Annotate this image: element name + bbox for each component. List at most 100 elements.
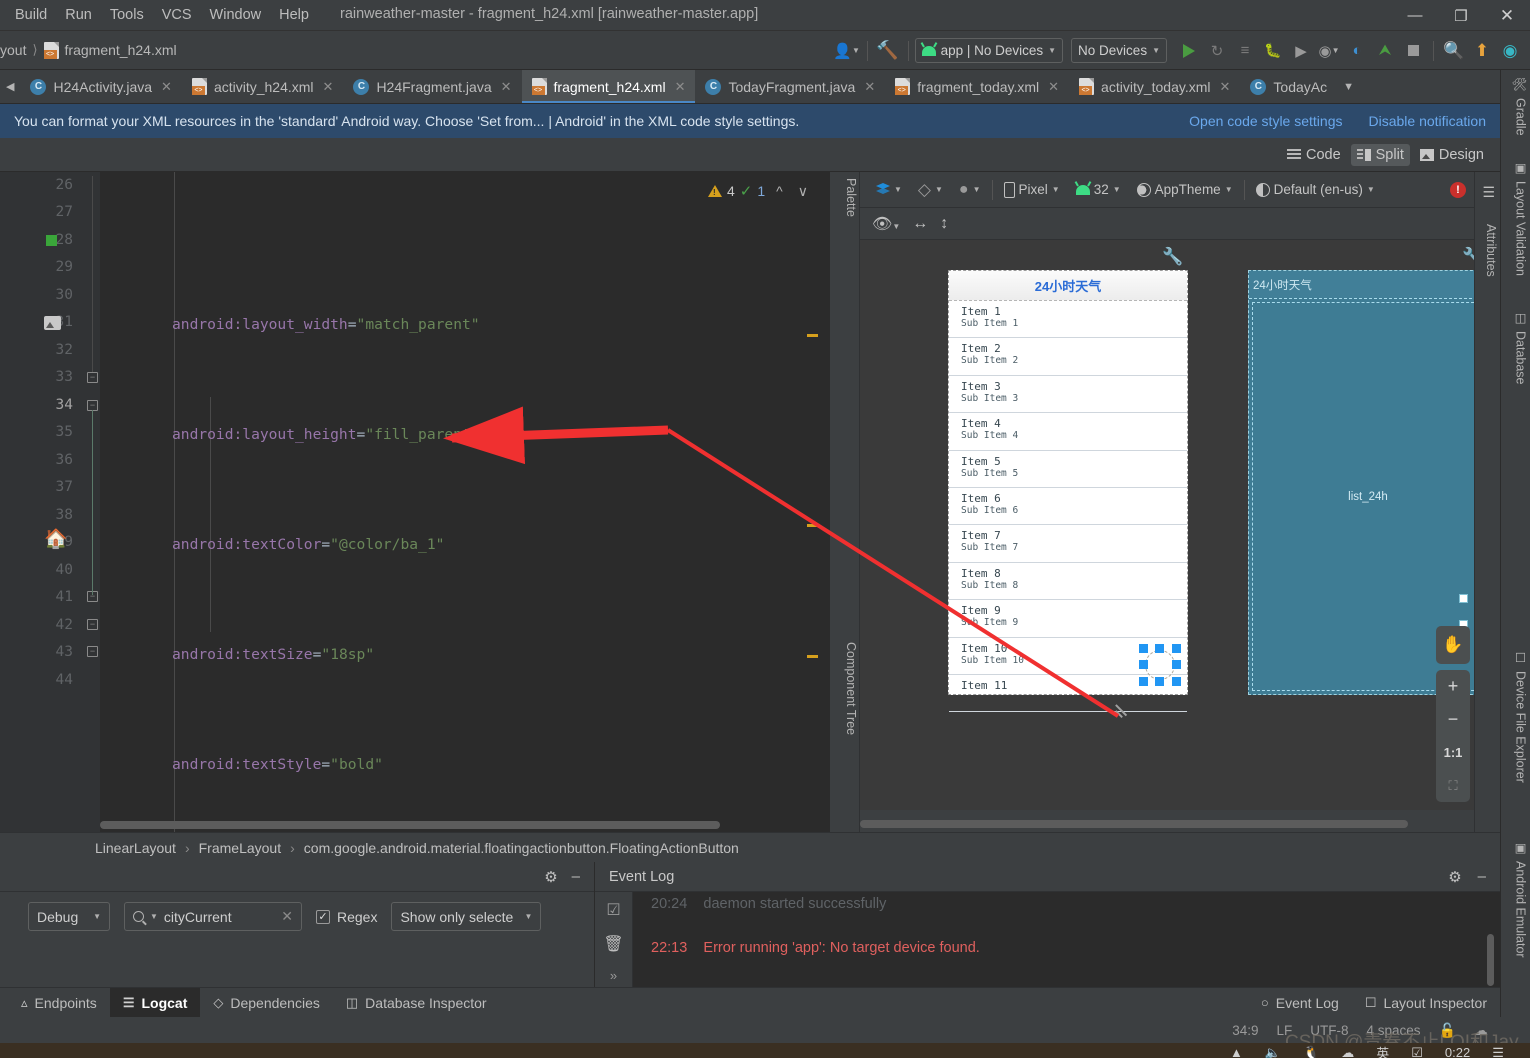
run-with-coverage-icon[interactable]: ▶ [1287, 37, 1315, 65]
fold-collapse-icon[interactable]: − [87, 619, 98, 630]
view-options-eye-icon[interactable]: 👁▼ [872, 214, 900, 234]
menu-tools[interactable]: Tools [101, 4, 153, 26]
show-filter-dropdown[interactable]: Show only selecte ▼ [391, 902, 542, 931]
warning-marker[interactable] [807, 524, 818, 527]
action-center-icon[interactable]: ☰ [1492, 1045, 1504, 1058]
apply-changes-icon[interactable]: ↻ [1203, 37, 1231, 65]
palette-tool-button[interactable]: Palette [830, 178, 858, 217]
disable-notification-link[interactable]: Disable notification [1368, 113, 1486, 129]
warning-marker[interactable] [807, 334, 818, 337]
home-drawable-icon[interactable]: 🏠 [44, 530, 68, 549]
notify-icon[interactable]: ☑ [1411, 1045, 1423, 1058]
stop-button[interactable] [1399, 37, 1427, 65]
code-line[interactable]: android:textStyle="bold" [100, 751, 830, 779]
sdk-update-icon[interactable]: ⬆ [1468, 37, 1496, 65]
menu-build[interactable]: Build [6, 4, 56, 26]
theme-dropdown[interactable]: AppTheme ▼ [1129, 177, 1241, 203]
avd-manager-icon[interactable]: ◉ [1496, 37, 1524, 65]
clock[interactable]: 0:22 [1445, 1045, 1470, 1058]
inspection-status[interactable]: 4 ✓ 1 ^ ∨ [708, 182, 808, 200]
device-selector[interactable]: No Devices ▼ [1071, 38, 1167, 63]
tool-tab-layout-inspector[interactable]: ☐ Layout Inspector [1352, 988, 1500, 1017]
mode-design[interactable]: Design [1414, 144, 1490, 166]
tool-tab-database-inspector[interactable]: ◫ Database Inspector [333, 988, 500, 1017]
code-line[interactable]: android:layout_height="fill_parent" [100, 421, 830, 449]
orientation-button[interactable]: ◇ ▼ [910, 177, 951, 203]
editor-text-area[interactable]: android:layout_width="match_parent" andr… [100, 172, 830, 832]
open-code-style-settings-link[interactable]: Open code style settings [1189, 113, 1342, 129]
list-item[interactable]: Item 3 Sub Item 3 [949, 376, 1187, 414]
device-dropdown[interactable]: Pixel ▼ [996, 177, 1068, 203]
code-editor[interactable]: 26 27 28 29 30 31 32 33 34 35 36 37 38 3… [0, 172, 830, 832]
menu-run[interactable]: Run [56, 4, 101, 26]
breadcrumb-item-framelayout[interactable]: FrameLayout [199, 840, 281, 856]
menu-window[interactable]: Window [201, 4, 271, 26]
maximize-button[interactable]: ❐ [1438, 0, 1484, 31]
regex-checkbox[interactable]: ✓ Regex [316, 909, 377, 925]
tool-tab-dependencies[interactable]: ◇ Dependencies [200, 988, 333, 1017]
attach-debugger-icon[interactable]: ⮝ [1371, 37, 1399, 65]
tab-todayfragment-java[interactable]: C TodayFragment.java ✕ [695, 70, 885, 103]
sidebar-item-gradle[interactable]: 🛠 Gradle [1513, 76, 1528, 135]
fab-selection-handles[interactable] [1139, 644, 1181, 686]
close-icon[interactable]: ✕ [675, 79, 686, 95]
tool-tab-event-log[interactable]: ○ Event Log [1248, 988, 1352, 1017]
canvas-zoom-controls[interactable]: ✋ + − 1:1 ⛶ [1436, 626, 1470, 802]
sidebar-item-layout-validation[interactable]: ▣ Layout Validation [1513, 160, 1528, 276]
close-icon[interactable]: ✕ [323, 79, 334, 95]
clear-search-icon[interactable]: ✕ [281, 908, 293, 925]
ime-icon[interactable]: 英 [1376, 1043, 1389, 1058]
trash-icon[interactable]: 🗑 [603, 934, 623, 954]
wifi-icon[interactable]: ☁ [1341, 1045, 1354, 1058]
minimize-button[interactable]: — [1392, 0, 1438, 31]
event-log-entries[interactable]: 20:24 daemon started successfully 22:13 … [633, 892, 1500, 987]
blueprint-config-wrench-icon[interactable]: 🔧 [1462, 246, 1474, 268]
profiler-icon[interactable]: ◉ ▼ [1315, 37, 1343, 65]
list-item[interactable]: Item 6 Sub Item 6 [949, 488, 1187, 526]
horizontal-constraint-icon[interactable]: ↔ [912, 215, 928, 233]
breadcrumb-item-fab[interactable]: com.google.android.material.floatingacti… [304, 840, 739, 856]
close-icon[interactable]: ✕ [161, 79, 172, 95]
list-item[interactable]: Item 7 Sub Item 7 [949, 525, 1187, 563]
editor-gutter[interactable]: 26 27 28 29 30 31 32 33 34 35 36 37 38 3… [0, 172, 100, 832]
render-error-badge[interactable]: ! [1450, 181, 1466, 198]
list-item[interactable]: Item 2 Sub Item 2 [949, 338, 1187, 376]
design-canvas[interactable]: 🔧 🔧 24小时天气 Item 1 Sub Item 1 Item 2 Sub It… [860, 240, 1474, 810]
user-account-icon[interactable]: 👤 ▼ [833, 37, 861, 65]
tab-todayactivity-java[interactable]: C TodayAc [1240, 70, 1337, 103]
logcat-search-input[interactable]: ▼ cityCurrent ✕ [124, 902, 302, 931]
close-button[interactable]: ✕ [1484, 0, 1530, 31]
mark-read-icon[interactable]: ☑ [606, 900, 620, 920]
mode-split[interactable]: Split [1350, 143, 1410, 166]
breadcrumb-file[interactable]: fragment_h24.xml [65, 42, 177, 58]
run-configuration-selector[interactable]: app | No Devices ▼ [914, 38, 1064, 63]
tab-activity-h24-xml[interactable]: activity_h24.xml ✕ [182, 70, 344, 103]
list-item[interactable]: Item 4 Sub Item 4 [949, 413, 1187, 451]
code-line[interactable]: android:textSize="18sp" [100, 641, 830, 669]
actual-size-button[interactable]: 1:1 [1436, 736, 1470, 769]
tab-scroll-left-icon[interactable]: ◀ [0, 70, 20, 103]
tab-activity-today-xml[interactable]: activity_today.xml ✕ [1069, 70, 1240, 103]
zoom-to-fit-button[interactable]: ⛶ [1436, 769, 1470, 802]
design-mode-button[interactable]: ▼ [868, 177, 910, 203]
menu-vcs[interactable]: VCS [153, 4, 201, 26]
canvas-resize-handle[interactable] [1116, 704, 1132, 720]
zoom-in-button[interactable]: + [1436, 670, 1470, 703]
close-icon[interactable]: ✕ [1220, 79, 1231, 95]
editor-marker-bar[interactable] [807, 172, 818, 832]
device-manager-icon[interactable]: ◐ [1343, 37, 1371, 65]
search-everywhere-icon[interactable]: 🔍 [1440, 37, 1468, 65]
tab-h24activity-java[interactable]: C H24Activity.java ✕ [20, 70, 181, 103]
editor-horizontal-scrollbar[interactable] [100, 821, 720, 829]
close-icon[interactable]: ✕ [501, 79, 512, 95]
warning-marker[interactable] [807, 655, 818, 658]
minimize-icon[interactable]: – [1478, 868, 1486, 885]
gear-icon[interactable]: ⚙ [1448, 868, 1461, 886]
sidebar-item-device-file-explorer[interactable]: ☐ Device File Explorer [1513, 650, 1528, 783]
tab-fragment-today-xml[interactable]: fragment_today.xml ✕ [885, 70, 1069, 103]
tab-list-chevron-icon[interactable]: ▼ [1337, 70, 1360, 103]
sidebar-item-database[interactable]: ◫ Database [1513, 310, 1528, 385]
qq-icon[interactable]: 🐧 [1303, 1045, 1319, 1058]
locale-dropdown[interactable]: Default (en-us) ▼ [1248, 177, 1383, 203]
canvas-horizontal-scrollbar[interactable] [860, 820, 1408, 828]
